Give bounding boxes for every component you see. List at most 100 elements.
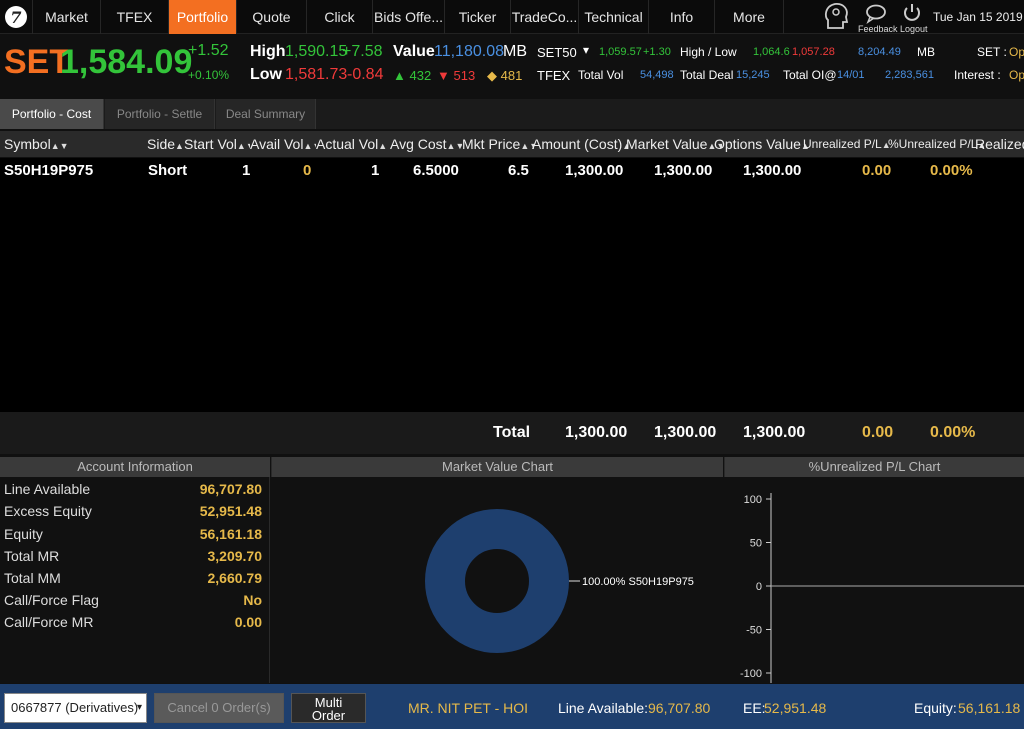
col-avail-vol-label: Avail Vol bbox=[250, 136, 304, 152]
cell-amount-cost: 1,300.00 bbox=[565, 162, 624, 179]
col-options-value-label: Options Value bbox=[714, 136, 801, 152]
unchanged-count: ◆ 481 bbox=[487, 68, 523, 83]
account-row: Call/Force MR 0.00 bbox=[4, 611, 262, 633]
cell-avail-vol: 0 bbox=[303, 162, 312, 179]
table-body-empty bbox=[0, 184, 1024, 412]
tab-more[interactable]: More bbox=[714, 0, 784, 34]
advance-count: ▲ 432 bbox=[393, 68, 432, 83]
y-tick-label: -50 bbox=[746, 625, 762, 637]
col-pct-unrealized-pl[interactable]: %Unrealized P/L▲▼ bbox=[888, 131, 984, 157]
multi-order-button[interactable]: Multi Order bbox=[291, 693, 366, 723]
status-ee: 52,951.48 bbox=[764, 700, 827, 716]
cancel-orders-button[interactable]: Cancel 0 Order(s) bbox=[154, 693, 284, 723]
tab-market[interactable]: Market bbox=[32, 0, 100, 34]
set-status-value: Op bbox=[1009, 45, 1024, 59]
status-line-available: 96,707.80 bbox=[648, 700, 711, 716]
feedback-label: Feedback bbox=[858, 24, 898, 34]
col-start-vol[interactable]: Start Vol▲▼ bbox=[184, 131, 250, 157]
totaldeal-label: Total Deal bbox=[680, 68, 734, 82]
col-avg-cost[interactable]: Avg Cost▲▼ bbox=[390, 131, 462, 157]
total-market-value: 1,300.00 bbox=[654, 424, 717, 441]
totaloi-label: Total OI@ bbox=[783, 68, 837, 82]
value-unit: MB bbox=[503, 43, 527, 60]
col-amount-cost[interactable]: Amount (Cost)▲▼ bbox=[532, 131, 628, 157]
tab-quote[interactable]: Quote bbox=[236, 0, 306, 34]
cell-market-value: 1,300.00 bbox=[654, 162, 713, 179]
col-actual-vol[interactable]: Actual Vol▲▼ bbox=[316, 131, 388, 157]
account-row-label: Excess Equity bbox=[4, 503, 92, 519]
table-row[interactable]: S50H19P975 Short 1 0 1 6.5000 6.5 1,300.… bbox=[0, 158, 1024, 184]
tab-info[interactable]: Info bbox=[648, 0, 714, 34]
subtab-portfolio-cost[interactable]: Portfolio - Cost bbox=[0, 99, 104, 129]
cell-options-value: 1,300.00 bbox=[743, 162, 802, 179]
col-realized[interactable]: Realized bbox=[975, 131, 1024, 157]
col-symbol[interactable]: Symbol▲▼ bbox=[4, 131, 68, 157]
tab-tradeco[interactable]: TradeCo... bbox=[510, 0, 578, 34]
status-equity: 56,161.18 bbox=[958, 700, 1021, 716]
pie-slice[interactable] bbox=[425, 509, 569, 653]
chevron-down-icon: ▾ bbox=[136, 702, 142, 713]
power-icon bbox=[904, 4, 920, 21]
sort-icon: ▲▼ bbox=[50, 141, 68, 151]
y-tick-label: 0 bbox=[756, 581, 762, 593]
status-ee-label: EE: bbox=[743, 700, 766, 716]
sort-icon: ▲▼ bbox=[446, 141, 462, 151]
subtab-portfolio-settle[interactable]: Portfolio - Settle bbox=[105, 99, 215, 129]
logout-button[interactable]: Logout bbox=[898, 0, 928, 34]
col-options-value[interactable]: Options Value▲▼ bbox=[714, 131, 810, 157]
tab-ticker[interactable]: Ticker bbox=[444, 0, 510, 34]
account-row-label: Line Available bbox=[4, 481, 91, 497]
market-value-chart-title: Market Value Chart bbox=[271, 457, 723, 477]
col-market-value[interactable]: Market Value▲▼ bbox=[626, 131, 722, 157]
y-tick-label: 50 bbox=[750, 538, 762, 550]
market-value-chart: 100.00% S50H19P975 bbox=[425, 509, 694, 653]
status-equity-label: Equity: bbox=[914, 700, 957, 716]
col-mkt-price[interactable]: Mkt Price▲▼ bbox=[462, 131, 534, 157]
account-row-label: Total MR bbox=[4, 548, 60, 564]
col-side[interactable]: Side▲▼ bbox=[147, 131, 185, 157]
low-label: Low bbox=[250, 66, 282, 83]
tab-portfolio[interactable]: Portfolio bbox=[168, 0, 236, 34]
total-amount-cost: 1,300.00 bbox=[565, 424, 628, 441]
account-select[interactable]: 0667877 (Derivatives) ▾ bbox=[4, 693, 147, 723]
total-unrealized-pl: 0.00 bbox=[862, 424, 894, 441]
account-row-value: 2,660.79 bbox=[207, 570, 263, 586]
set50-dropdown-icon[interactable]: ▾ bbox=[583, 43, 589, 57]
index-change: +1.52 bbox=[188, 42, 229, 59]
col-market-value-label: Market Value bbox=[626, 136, 708, 152]
account-row-value: 96,707.80 bbox=[199, 481, 262, 497]
app-logo[interactable]: 7 bbox=[0, 0, 32, 34]
subtab-deal-summary[interactable]: Deal Summary bbox=[216, 99, 316, 129]
set50-high: 1,064.6 bbox=[753, 46, 790, 58]
sort-icon: ▲▼ bbox=[303, 141, 316, 151]
feedback-icon bbox=[866, 4, 886, 24]
col-side-label: Side bbox=[147, 136, 176, 152]
feedback-button[interactable]: Feedback bbox=[858, 0, 898, 34]
y-tick-label: 100 bbox=[744, 494, 762, 506]
col-mkt-price-label: Mkt Price bbox=[462, 136, 521, 152]
tab-click[interactable]: Click bbox=[306, 0, 372, 34]
assistant-head-icon[interactable] bbox=[822, 0, 852, 34]
tab-technical[interactable]: Technical bbox=[578, 0, 648, 34]
cell-side: Short bbox=[148, 162, 188, 179]
logout-label: Logout bbox=[900, 24, 928, 34]
totaloi-value: 2,283,561 bbox=[885, 69, 934, 81]
cell-unrealized-pl: 0.00 bbox=[862, 162, 892, 179]
unrealized-pl-chart: 100 50 0 -50 -100 bbox=[740, 493, 1024, 683]
decline-value: 513 bbox=[453, 68, 476, 83]
total-pct-unrealized-pl: 0.00% bbox=[930, 424, 976, 441]
account-row-value: 3,209.70 bbox=[207, 548, 263, 564]
advance-value: 432 bbox=[409, 68, 432, 83]
portfolio-table-header: Symbol▲▼ Side▲▼ Start Vol▲▼ Avail Vol▲▼ … bbox=[0, 131, 1024, 157]
tab-tfex[interactable]: TFEX bbox=[100, 0, 168, 34]
col-unrealized-pl[interactable]: Unrealized P/L▲▼ bbox=[803, 131, 891, 157]
col-actual-vol-label: Actual Vol bbox=[316, 136, 379, 152]
account-row-value: 56,161.18 bbox=[199, 526, 262, 542]
current-date: Tue Jan 15 2019 bbox=[933, 10, 1023, 24]
pie-slice-label: 100.00% S50H19P975 bbox=[582, 576, 694, 588]
totaloi-date: 14/01 bbox=[837, 69, 865, 81]
tab-bids-offers[interactable]: Bids Offe... bbox=[372, 0, 444, 34]
col-avail-vol[interactable]: Avail Vol▲▼ bbox=[250, 131, 316, 157]
index-change-pct: +0.10% bbox=[188, 68, 230, 82]
bottom-panels: Account Information Market Value Chart %… bbox=[0, 457, 1024, 683]
